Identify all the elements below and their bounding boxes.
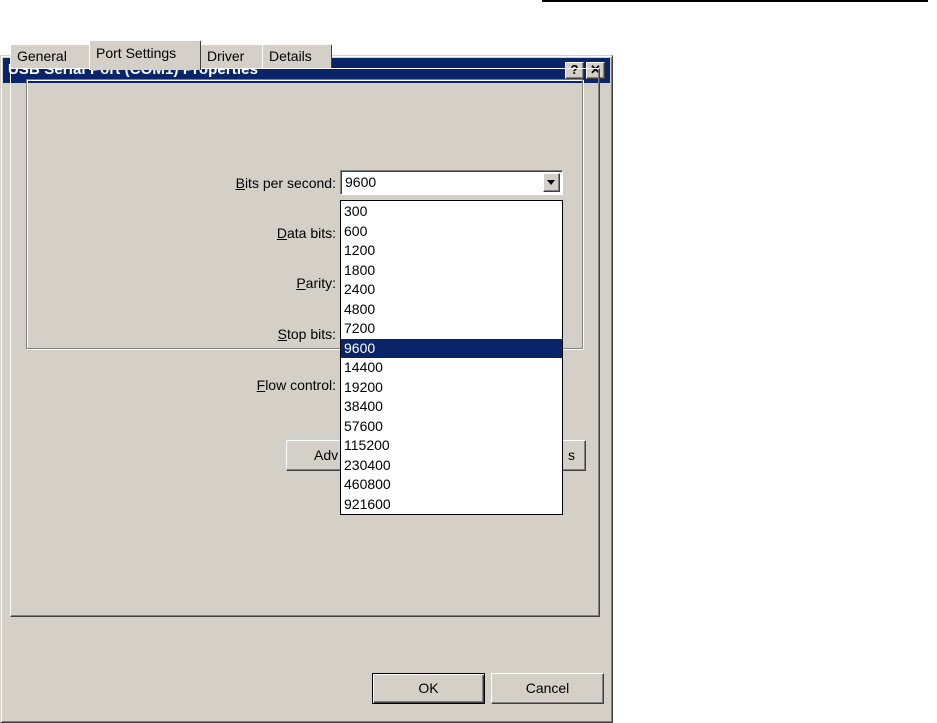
data-bits-label: Data bits:	[276, 225, 336, 241]
bits-per-second-value: 9600	[345, 174, 377, 190]
parity-label: Parity:	[296, 275, 336, 291]
tab-general[interactable]: General	[10, 44, 92, 68]
dropdown-option[interactable]: 9600	[341, 338, 562, 358]
dropdown-option[interactable]: 460800	[341, 475, 562, 495]
ok-button[interactable]: OK	[372, 673, 485, 704]
top-divider-line	[542, 0, 928, 2]
dropdown-option[interactable]: 57600	[341, 417, 562, 437]
dropdown-option[interactable]: 1200	[341, 241, 562, 261]
dropdown-option[interactable]: 921600	[341, 495, 562, 515]
dropdown-option[interactable]: 4800	[341, 300, 562, 320]
stop-bits-label: Stop bits:	[277, 326, 336, 342]
dropdown-option[interactable]: 115200	[341, 436, 562, 456]
cancel-button[interactable]: Cancel	[491, 673, 604, 704]
tab-driver[interactable]: Driver	[200, 44, 264, 68]
dropdown-option[interactable]: 7200	[341, 319, 562, 339]
dropdown-option[interactable]: 600	[341, 222, 562, 242]
bits-per-second-combobox[interactable]: 9600	[340, 170, 563, 195]
tab-details[interactable]: Details	[262, 44, 332, 68]
dropdown-option[interactable]: 230400	[341, 456, 562, 476]
dropdown-option[interactable]: 300	[341, 202, 562, 222]
dropdown-button[interactable]	[543, 173, 560, 192]
bits-per-second-label: Bits per second:	[235, 175, 336, 191]
tab-port-settings[interactable]: Port Settings	[89, 40, 201, 70]
flow-control-label: Flow control:	[256, 377, 336, 393]
dropdown-option[interactable]: 1800	[341, 261, 562, 281]
dropdown-option[interactable]: 14400	[341, 358, 562, 378]
dropdown-option[interactable]: 19200	[341, 378, 562, 398]
bits-per-second-dropdown-list[interactable]: 300 600 1200 1800 2400 4800 7200 9600 14400 19200…	[340, 200, 563, 515]
dropdown-option[interactable]: 2400	[341, 280, 562, 300]
chevron-down-icon	[547, 180, 555, 185]
dropdown-option[interactable]: 38400	[341, 397, 562, 417]
